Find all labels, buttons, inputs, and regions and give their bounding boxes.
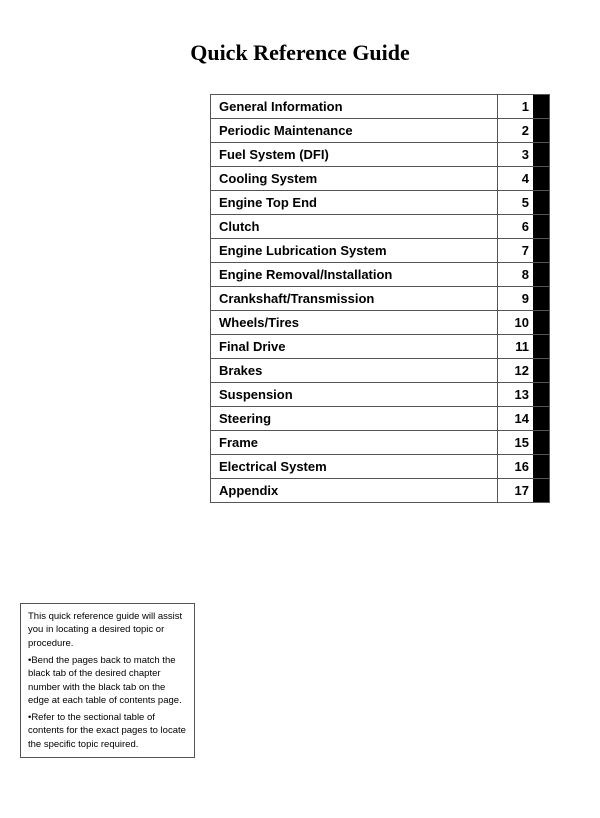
- toc-number: 15: [497, 431, 533, 454]
- toc-tab: [533, 191, 549, 214]
- toc-tab: [533, 359, 549, 382]
- toc-row: Crankshaft/Transmission9: [210, 286, 550, 310]
- toc-number: 4: [497, 167, 533, 190]
- page: Quick Reference Guide General Informatio…: [0, 0, 600, 818]
- note-bullet2: •Refer to the sectional table of content…: [28, 711, 187, 751]
- toc-row: Periodic Maintenance2: [210, 118, 550, 142]
- toc-tab: [533, 239, 549, 262]
- toc-tab: [533, 455, 549, 478]
- toc-label: Engine Lubrication System: [211, 239, 497, 262]
- toc-tab: [533, 335, 549, 358]
- toc-label: Suspension: [211, 383, 497, 406]
- note-bullet1: •Bend the pages back to match the black …: [28, 654, 187, 707]
- toc-row: Engine Removal/Installation8: [210, 262, 550, 286]
- toc-label: Steering: [211, 407, 497, 430]
- toc-label: Brakes: [211, 359, 497, 382]
- toc-tab: [533, 479, 549, 502]
- toc-tab: [533, 167, 549, 190]
- toc-row: Fuel System (DFI)3: [210, 142, 550, 166]
- toc-number: 16: [497, 455, 533, 478]
- toc-row: Frame15: [210, 430, 550, 454]
- toc-label: Wheels/Tires: [211, 311, 497, 334]
- toc-number: 6: [497, 215, 533, 238]
- toc-number: 3: [497, 143, 533, 166]
- toc-label: Electrical System: [211, 455, 497, 478]
- toc-row: Steering14: [210, 406, 550, 430]
- toc-row: General Information1: [210, 94, 550, 118]
- toc-tab: [533, 383, 549, 406]
- toc-row: Brakes12: [210, 358, 550, 382]
- toc-number: 5: [497, 191, 533, 214]
- toc-number: 8: [497, 263, 533, 286]
- toc-tab: [533, 119, 549, 142]
- toc-label: Frame: [211, 431, 497, 454]
- toc-row: Cooling System4: [210, 166, 550, 190]
- toc-row: Appendix17: [210, 478, 550, 503]
- toc-number: 9: [497, 287, 533, 310]
- toc-row: Wheels/Tires10: [210, 310, 550, 334]
- toc-row: Final Drive11: [210, 334, 550, 358]
- toc-number: 2: [497, 119, 533, 142]
- toc-tab: [533, 311, 549, 334]
- toc-number: 10: [497, 311, 533, 334]
- toc-label: Fuel System (DFI): [211, 143, 497, 166]
- toc-number: 13: [497, 383, 533, 406]
- toc-label: Engine Top End: [211, 191, 497, 214]
- toc-label: Engine Removal/Installation: [211, 263, 497, 286]
- toc-number: 17: [497, 479, 533, 502]
- note-intro: This quick reference guide will assist y…: [28, 610, 187, 650]
- toc-tab: [533, 431, 549, 454]
- toc-row: Engine Top End5: [210, 190, 550, 214]
- toc-container: General Information1Periodic Maintenance…: [210, 94, 550, 503]
- toc-number: 14: [497, 407, 533, 430]
- toc-number: 12: [497, 359, 533, 382]
- toc-label: Periodic Maintenance: [211, 119, 497, 142]
- toc-label: Clutch: [211, 215, 497, 238]
- toc-label: Cooling System: [211, 167, 497, 190]
- note-box: This quick reference guide will assist y…: [20, 603, 195, 758]
- toc-label: General Information: [211, 95, 497, 118]
- toc-tab: [533, 95, 549, 118]
- toc-tab: [533, 143, 549, 166]
- toc-row: Engine Lubrication System7: [210, 238, 550, 262]
- toc-tab: [533, 287, 549, 310]
- toc-number: 7: [497, 239, 533, 262]
- toc-tab: [533, 215, 549, 238]
- toc-number: 11: [497, 335, 533, 358]
- toc-label: Appendix: [211, 479, 497, 502]
- page-title: Quick Reference Guide: [0, 40, 600, 66]
- toc-row: Clutch6: [210, 214, 550, 238]
- toc-tab: [533, 407, 549, 430]
- toc-row: Electrical System16: [210, 454, 550, 478]
- toc-tab: [533, 263, 549, 286]
- toc-number: 1: [497, 95, 533, 118]
- toc-row: Suspension13: [210, 382, 550, 406]
- toc-label: Final Drive: [211, 335, 497, 358]
- toc-label: Crankshaft/Transmission: [211, 287, 497, 310]
